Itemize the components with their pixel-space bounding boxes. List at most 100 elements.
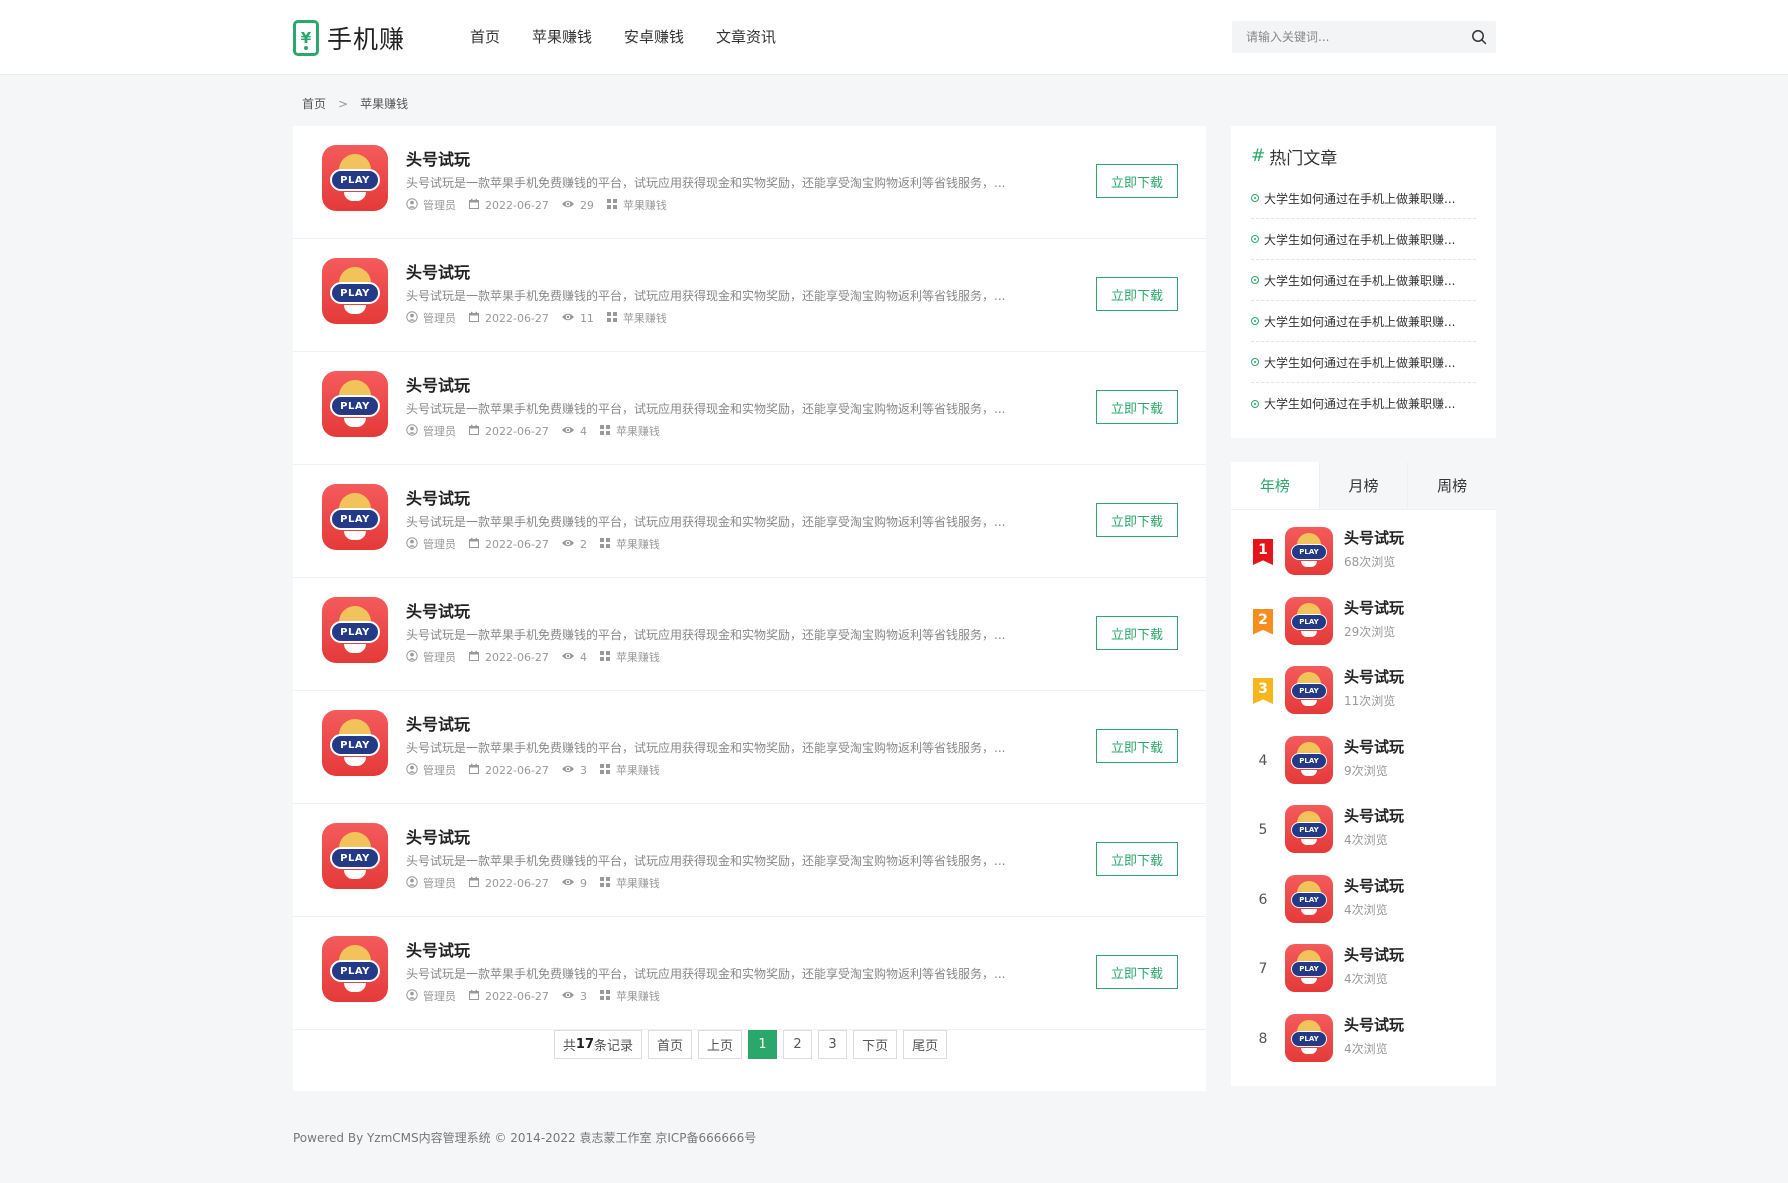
rank-app-name[interactable]: 头号试玩 [1344,666,1404,687]
pagination-next[interactable]: 下页 [853,1030,898,1059]
rank-item[interactable]: 4 PLAY 头号试玩 9次浏览 [1231,734,1496,804]
tab-monthly[interactable]: 月榜 [1318,462,1408,509]
item-title[interactable]: 头号试玩 [406,598,470,622]
rank-app-name[interactable]: 头号试玩 [1344,944,1404,965]
download-button[interactable]: 立即下载 [1096,164,1178,198]
rank-item[interactable]: 8 PLAY 头号试玩 4次浏览 [1231,1012,1496,1082]
app-play-icon[interactable]: PLAY [1285,874,1333,923]
meta-category[interactable]: 苹果赚钱 [599,536,660,552]
rank-app-name[interactable]: 头号试玩 [1344,736,1404,757]
item-description: 头号试玩是一款苹果手机免费赚钱的平台，试玩应用获得现金和实物奖励，还能享受淘宝购… [406,967,1006,981]
rank-item[interactable]: 2 PLAY 头号试玩 29次浏览 [1231,595,1496,665]
item-title[interactable]: 头号试玩 [406,824,470,848]
app-play-icon[interactable]: PLAY [1285,666,1333,714]
meta-category[interactable]: 苹果赚钱 [599,875,660,891]
app-play-icon[interactable]: PLAY [322,145,388,211]
rank-item[interactable]: 3 PLAY 头号试玩 11次浏览 [1231,664,1496,734]
meta-category[interactable]: 苹果赚钱 [599,649,660,665]
rank-app-name[interactable]: 头号试玩 [1344,805,1404,826]
item-title[interactable]: 头号试玩 [406,259,470,283]
meta-author: 管理员 [406,875,456,891]
meta-category[interactable]: 苹果赚钱 [599,423,660,439]
hot-article-item[interactable]: 大学生如何通过在手机上做兼职赚... [1251,301,1476,342]
calendar-icon [468,650,485,665]
download-button[interactable]: 立即下载 [1096,503,1178,537]
pagination-first[interactable]: 首页 [648,1030,693,1059]
app-play-icon[interactable]: PLAY [322,484,388,550]
rank-app-name[interactable]: 头号试玩 [1344,527,1404,548]
download-button[interactable]: 立即下载 [1096,842,1178,876]
hot-article-link[interactable]: 大学生如何通过在手机上做兼职赚... [1264,272,1455,289]
hot-article-item[interactable]: 大学生如何通过在手机上做兼职赚... [1251,342,1476,383]
pagination-prev[interactable]: 上页 [698,1030,743,1059]
hot-article-link[interactable]: 大学生如何通过在手机上做兼职赚... [1264,354,1455,371]
author-text: 管理员 [423,877,456,890]
eye-icon [561,876,580,891]
rank-item[interactable]: 1 PLAY 头号试玩 68次浏览 [1231,525,1496,595]
hot-article-item[interactable]: 大学生如何通过在手机上做兼职赚... [1251,383,1476,424]
hot-article-link[interactable]: 大学生如何通过在手机上做兼职赚... [1264,395,1455,412]
app-play-icon[interactable]: PLAY [1285,1013,1333,1062]
download-button[interactable]: 立即下载 [1096,277,1178,311]
hot-article-item[interactable]: 大学生如何通过在手机上做兼职赚... [1251,219,1476,260]
pagination-last[interactable]: 尾页 [903,1030,948,1059]
meta-category[interactable]: 苹果赚钱 [599,762,660,778]
app-play-icon[interactable]: PLAY [322,258,388,324]
meta-date: 2022-06-27 [468,311,549,326]
app-play-icon[interactable]: PLAY [1285,805,1333,853]
rank-views: 68次浏览 [1344,555,1396,569]
hot-article-item[interactable]: 大学生如何通过在手机上做兼职赚... [1251,260,1476,301]
hot-article-link[interactable]: 大学生如何通过在手机上做兼职赚... [1264,231,1455,248]
pagination-page[interactable]: 2 [783,1030,813,1059]
hot-article-link[interactable]: 大学生如何通过在手机上做兼职赚... [1264,190,1455,207]
app-play-icon[interactable]: PLAY [322,597,388,663]
nav-item-home[interactable]: 首页 [470,26,500,47]
rank-app-name[interactable]: 头号试玩 [1344,875,1404,896]
item-title[interactable]: 头号试玩 [406,146,470,170]
app-play-icon[interactable]: PLAY [322,371,388,437]
download-button[interactable]: 立即下载 [1096,616,1178,650]
meta-category[interactable]: 苹果赚钱 [606,310,667,326]
rank-item[interactable]: 7 PLAY 头号试玩 4次浏览 [1231,942,1496,1012]
item-title[interactable]: 头号试玩 [406,711,470,735]
pagination-page[interactable]: 3 [818,1030,848,1059]
icon-smile [1301,630,1317,637]
app-play-icon[interactable]: PLAY [1285,944,1333,992]
rank-app-name[interactable]: 头号试玩 [1344,1014,1404,1035]
breadcrumb-current[interactable]: 苹果赚钱 [360,95,408,112]
hot-article-link[interactable]: 大学生如何通过在手机上做兼职赚... [1264,313,1455,330]
item-title[interactable]: 头号试玩 [406,485,470,509]
pagination-page[interactable]: 1 [748,1030,778,1059]
item-title[interactable]: 头号试玩 [406,937,470,961]
download-button[interactable]: 立即下载 [1096,955,1178,989]
hot-article-item[interactable]: 大学生如何通过在手机上做兼职赚... [1251,178,1476,219]
app-play-icon[interactable]: PLAY [322,710,388,776]
rank-item[interactable]: 5 PLAY 头号试玩 4次浏览 [1231,803,1496,873]
nav-item-android[interactable]: 安卓赚钱 [624,26,684,47]
app-play-icon[interactable]: PLAY [322,823,388,889]
icon-badge: PLAY [1291,961,1327,977]
download-button[interactable]: 立即下载 [1096,729,1178,763]
site-logo[interactable]: ¥ 手机赚 [293,19,405,57]
tab-yearly[interactable]: 年榜 [1231,462,1319,509]
item-title[interactable]: 头号试玩 [406,372,470,396]
meta-category[interactable]: 苹果赚钱 [599,988,660,1004]
search-icon[interactable] [1462,21,1496,53]
rank-app-name[interactable]: 头号试玩 [1344,597,1404,618]
rank-item[interactable]: 6 PLAY 头号试玩 4次浏览 [1231,873,1496,943]
icon-smile [344,983,366,992]
search-input[interactable] [1232,21,1462,53]
meta-date: 2022-06-27 [468,650,549,665]
nav-item-apple[interactable]: 苹果赚钱 [532,26,592,47]
download-button[interactable]: 立即下载 [1096,390,1178,424]
app-play-icon[interactable]: PLAY [1285,596,1333,645]
nav-item-articles[interactable]: 文章资讯 [716,26,776,47]
meta-category[interactable]: 苹果赚钱 [606,197,667,213]
app-play-icon[interactable]: PLAY [322,936,388,1002]
tab-weekly[interactable]: 周榜 [1407,462,1497,509]
icon-smile [344,644,366,653]
breadcrumb-home[interactable]: 首页 [302,95,326,112]
app-play-icon[interactable]: PLAY [1285,735,1333,784]
app-play-icon[interactable]: PLAY [1285,527,1333,575]
bullet-icon [1251,317,1259,325]
